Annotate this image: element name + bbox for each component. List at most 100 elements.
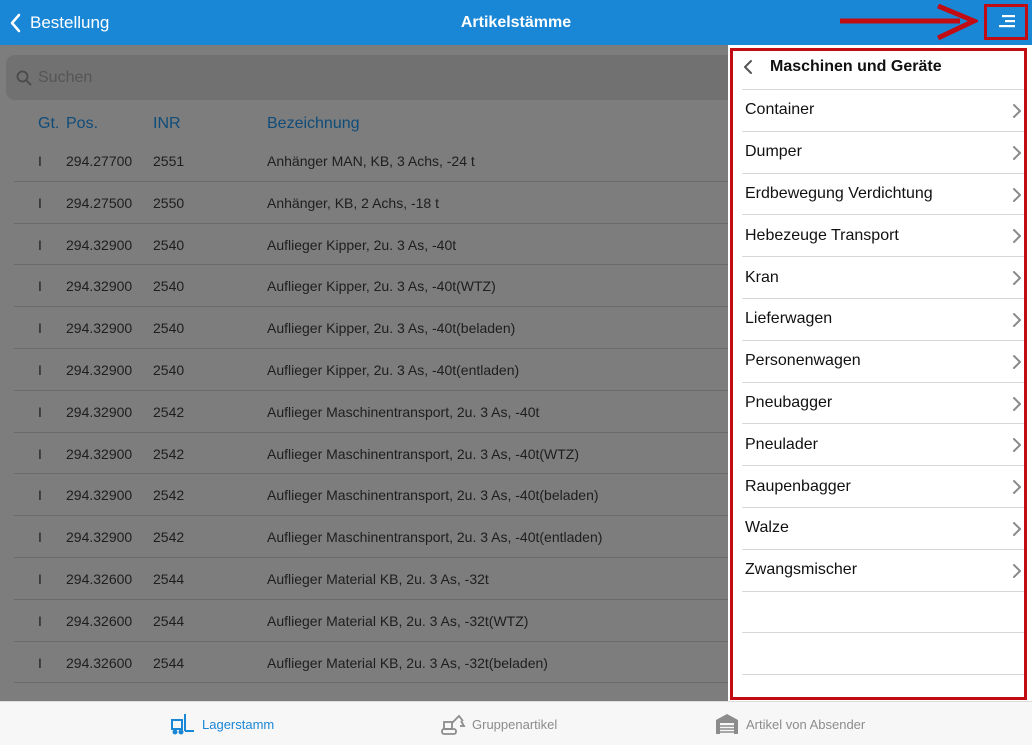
category-item[interactable]: Dumper [742, 130, 1024, 173]
cell-pos: 294.27500 [66, 194, 133, 211]
table-row[interactable]: I 294.32600 2544 Auflieger Material KB, 2u.… [14, 558, 728, 600]
table-row[interactable]: I 294.32600 2544 Auflieger Material KB, 2u.… [14, 600, 728, 642]
category-item[interactable]: Pneulader [742, 423, 1024, 465]
category-item[interactable]: Zwangsmischer [742, 548, 1024, 591]
table-row[interactable]: I 294.32900 2540 Auflieger Kipper, 2u. 3 As… [14, 265, 728, 308]
category-label: Hebezeuge Transport [745, 226, 899, 244]
category-item[interactable]: Personenwagen [742, 339, 1024, 382]
table-row[interactable]: I 294.32900 2542 Auflieger Maschinentranspo… [14, 391, 728, 433]
table-row[interactable]: I 294.32900 2540 Auflieger Kipper, 2u. 3 As… [14, 224, 728, 266]
back-label: Bestellung [30, 12, 110, 32]
cell-pos: 294.32900 [66, 445, 133, 462]
cell-gt: I [38, 361, 42, 378]
panel-back-button[interactable]: Maschinen und Geräte [742, 51, 942, 83]
category-label: Pneulader [745, 435, 818, 453]
category-label: Dumper [745, 143, 802, 161]
category-label: Kran [745, 268, 779, 286]
cell-pos: 294.32900 [66, 320, 133, 337]
category-item[interactable]: Lieferwagen [742, 297, 1024, 340]
cell-inr: 2542 [153, 445, 185, 462]
cell-bezeichnung: Auflieger Kipper, 2u. 3 As, -40t(entlade… [267, 361, 520, 378]
chevron-right-icon [1013, 145, 1021, 160]
tab-gruppenartikel[interactable]: Gruppenartikel [440, 702, 557, 745]
cell-bezeichnung: Auflieger Maschinentransport, 2u. 3 As, … [267, 529, 603, 546]
chevron-right-icon [1013, 396, 1021, 411]
tab-artikel-von-absender[interactable]: Artikel von Absender [714, 702, 865, 745]
column-header-pos[interactable]: Pos. [66, 115, 98, 133]
tab-bar: Lagerstamm Gruppenartikel Artikel von Ab… [0, 701, 1032, 745]
cell-gt: I [38, 153, 42, 169]
cell-bezeichnung: Anhänger MAN, KB, 3 Achs, -24 t [267, 153, 475, 169]
category-label: Walze [745, 519, 789, 537]
cell-inr: 2542 [153, 529, 185, 546]
back-button[interactable]: Bestellung [8, 0, 109, 45]
tab-lagerstamm[interactable]: Lagerstamm [170, 702, 274, 745]
category-item[interactable]: Kran [742, 256, 1024, 298]
category-label: Erdbewegung Verdichtung [745, 184, 933, 202]
category-label: Container [745, 101, 815, 119]
tab-label: Artikel von Absender [746, 716, 866, 732]
cell-inr: 2550 [153, 194, 185, 211]
category-label: Personenwagen [745, 352, 861, 370]
forklift-icon [171, 714, 194, 735]
cell-gt: I [38, 612, 42, 629]
table-row[interactable]: I 294.32900 2540 Auflieger Kipper, 2u. 3 As… [14, 349, 728, 391]
menu-button[interactable] [984, 4, 1028, 40]
cell-inr: 2542 [153, 487, 185, 504]
table-row[interactable]: I 294.32900 2542 Auflieger Maschinentranspo… [14, 474, 728, 517]
table-row[interactable]: I 294.27500 2550 Anhänger, KB, 2 Achs, -18 … [14, 182, 728, 224]
cell-inr: 2540 [153, 320, 185, 337]
search-bar[interactable] [6, 55, 728, 100]
cell-inr: 2544 [153, 654, 185, 671]
table-row[interactable]: I 294.27700 2551 Anhänger MAN, KB, 3 Achs, … [14, 140, 728, 182]
empty-row [742, 590, 1024, 633]
cell-gt: I [38, 529, 42, 546]
table-row[interactable]: I 294.32600 2544 Auflieger Material KB, 2u.… [14, 642, 728, 684]
cell-bezeichnung: Auflieger Maschinentransport, 2u. 3 As, … [267, 403, 540, 420]
cell-inr: 2540 [153, 236, 185, 253]
cell-pos: 294.32900 [66, 236, 133, 253]
category-item[interactable]: Raupenbagger [742, 465, 1024, 507]
list-menu-icon [999, 15, 1015, 28]
search-input[interactable] [38, 68, 245, 87]
column-header-gt[interactable]: Gt. [38, 115, 59, 133]
cell-bezeichnung: Auflieger Material KB, 2u. 3 As, -32t [267, 570, 489, 587]
cell-inr: 2544 [153, 612, 185, 629]
column-header-bezeichnung[interactable]: Bezeichnung [267, 115, 360, 133]
column-header-inr[interactable]: INR [153, 115, 181, 133]
table-row[interactable]: I 294.32900 2542 Auflieger Maschinentranspo… [14, 433, 728, 475]
category-panel: Maschinen und Geräte Container Dumper Erdb… [728, 45, 1032, 701]
cell-pos: 294.32600 [66, 654, 133, 671]
category-item[interactable]: Erdbewegung Verdichtung [742, 172, 1024, 215]
cell-gt: I [38, 278, 42, 295]
cell-pos: 294.32900 [66, 403, 133, 420]
cell-gt: I [38, 445, 42, 462]
table-row[interactable]: I 294.32900 2542 Auflieger Maschinentranspo… [14, 516, 728, 558]
category-label: Raupenbagger [745, 477, 851, 495]
cell-bezeichnung: Auflieger Material KB, 2u. 3 As, -32t(be… [267, 654, 548, 671]
category-item[interactable]: Pneubagger [742, 381, 1024, 424]
cell-inr: 2551 [153, 153, 185, 169]
category-item[interactable]: Container [742, 89, 1024, 131]
cell-inr: 2540 [153, 278, 185, 295]
chevron-right-icon [1013, 229, 1021, 244]
chevron-right-icon [1013, 354, 1021, 369]
article-table: I 294.27700 2551 Anhänger MAN, KB, 3 Achs, … [0, 140, 728, 684]
empty-row [742, 632, 1024, 674]
cell-inr: 2542 [153, 403, 185, 420]
category-item[interactable]: Hebezeuge Transport [742, 214, 1024, 256]
cell-bezeichnung: Auflieger Kipper, 2u. 3 As, -40t(beladen… [267, 320, 516, 337]
tab-label: Gruppenartikel [472, 716, 558, 732]
category-label: Zwangsmischer [745, 561, 858, 579]
table-row[interactable]: I 294.32900 2540 Auflieger Kipper, 2u. 3 As… [14, 307, 728, 349]
chevron-right-icon [1013, 480, 1021, 495]
nav-bar: Bestellung Artikelstämme [0, 0, 1032, 45]
excavator-icon [441, 714, 466, 735]
cell-gt: I [38, 236, 42, 253]
category-item[interactable]: Walze [742, 506, 1024, 549]
chevron-right-icon [1013, 104, 1021, 118]
cell-gt: I [38, 194, 42, 211]
cell-pos: 294.27700 [66, 153, 133, 169]
cell-inr: 2540 [153, 361, 185, 378]
chevron-right-icon [1013, 187, 1021, 202]
